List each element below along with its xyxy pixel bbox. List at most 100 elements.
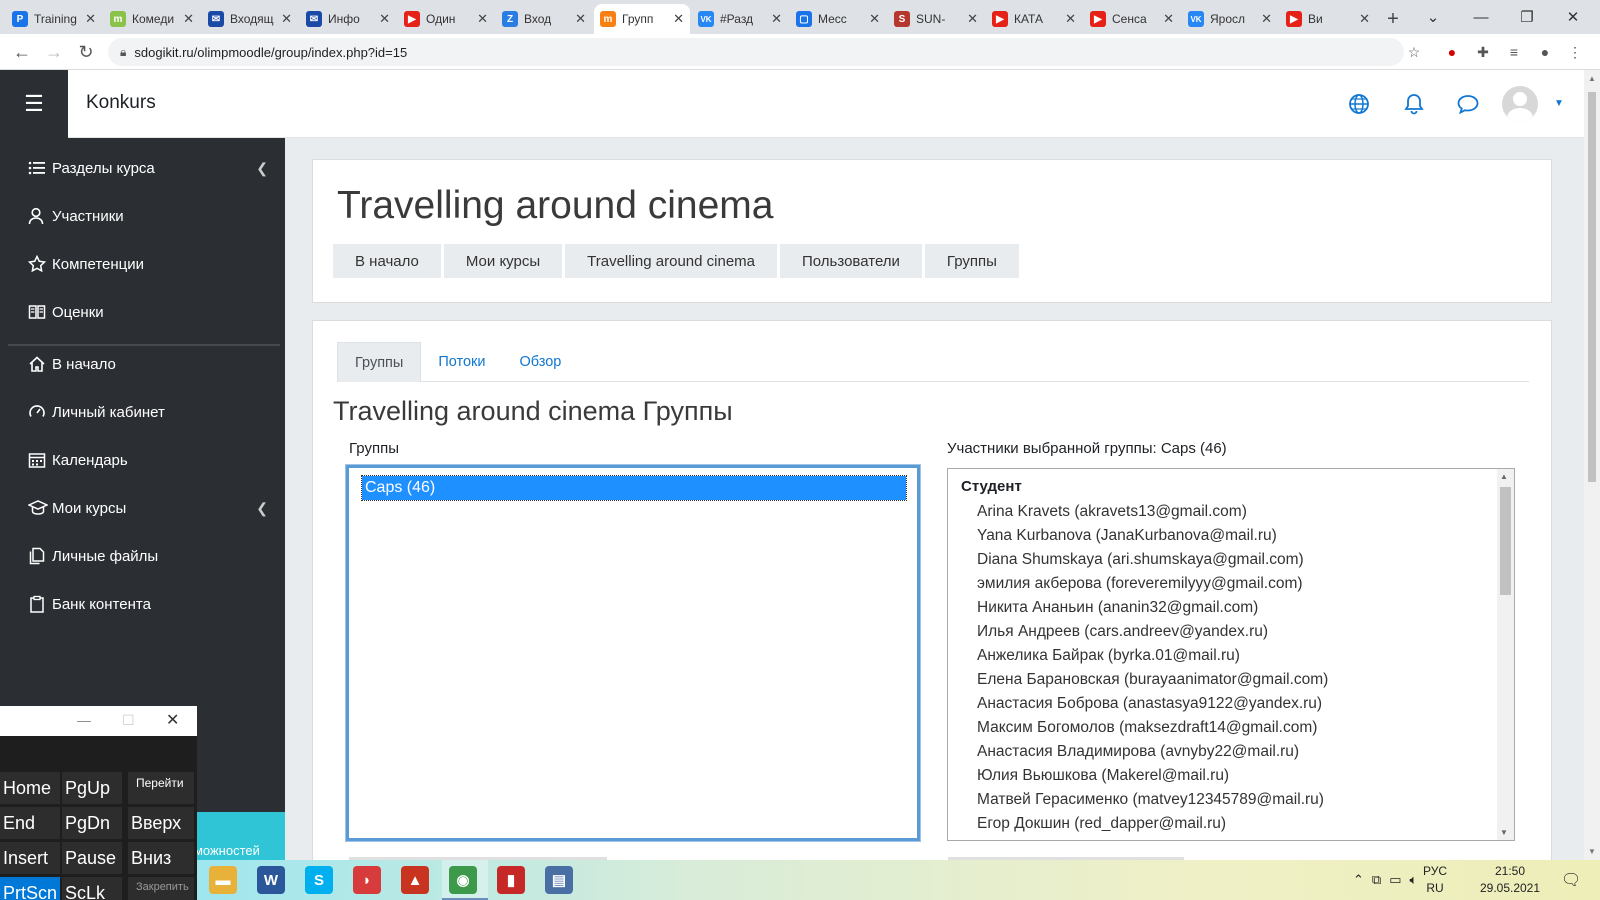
tab-close-icon[interactable]: ✕ [477, 11, 488, 27]
word-icon[interactable]: W [257, 866, 285, 894]
osk-key[interactable]: PgDn [62, 807, 122, 839]
members-select-list[interactable]: Студент Arina Kravets (akravets13@gmail.… [947, 468, 1515, 841]
site-name[interactable]: Konkurs [86, 92, 156, 114]
messages-chat-icon[interactable] [1454, 90, 1482, 118]
member-option[interactable]: Анастасия Боброва (anastasya9122@yandex.… [977, 692, 1328, 716]
chrome-icon[interactable]: ◉ [449, 866, 477, 894]
browser-tab[interactable]: ▶ КАТА ✕ [986, 4, 1082, 34]
tab-2[interactable]: Потоки [421, 342, 502, 382]
back-arrow-icon[interactable]: ← [10, 40, 34, 64]
osk-key[interactable]: Insert [0, 842, 60, 874]
tab-close-icon[interactable]: ✕ [85, 11, 96, 27]
maximize-window-button[interactable]: ❐ [1504, 0, 1550, 34]
member-option[interactable]: Юлия Вьюшкова (Makerel@mail.ru) [977, 764, 1328, 788]
browser-tab[interactable]: ▶ Ви ✕ [1280, 4, 1376, 34]
drawer-item-9[interactable]: Личные файлы [28, 544, 268, 568]
breadcrumb-item[interactable]: Travelling around cinema [562, 244, 777, 278]
chevron-left-icon[interactable]: ❮ [256, 500, 268, 517]
breadcrumb-item[interactable]: В начало [333, 244, 441, 278]
osk-key[interactable]: PrtScn [0, 877, 60, 900]
osk-key[interactable]: Вниз [128, 842, 194, 874]
user-menu-caret-icon[interactable]: ▼ [1554, 98, 1564, 109]
tab-close-icon[interactable]: ✕ [967, 11, 978, 27]
member-option[interactable]: эмилия акберова (foreveremilyyy@gmail.co… [977, 572, 1328, 596]
osk-key[interactable]: Перейти [128, 772, 194, 804]
member-option[interactable]: Diana Shumskaya (ari.shumskaya@gmail.com… [977, 548, 1328, 572]
osk-key[interactable]: Вверх [128, 807, 194, 839]
new-tab-button[interactable]: + [1378, 4, 1408, 34]
tab-close-icon[interactable]: ✕ [673, 11, 684, 27]
language-indicator[interactable]: РУС RU [1423, 860, 1447, 900]
book-icon[interactable]: ▮ [497, 866, 525, 894]
drawer-item-4[interactable]: Оценки [28, 300, 268, 324]
osk-minimize-icon[interactable]: — [77, 712, 91, 728]
browser-tab[interactable]: VK #Разд ✕ [692, 4, 788, 34]
breadcrumb-item[interactable]: Мои курсы [440, 244, 562, 278]
osk-key[interactable]: Home [0, 772, 60, 804]
tray-device-icon[interactable]: ⧉ [1372, 872, 1381, 888]
member-option[interactable]: Матвей Герасименко (matvey12345789@mail.… [977, 788, 1328, 812]
tab-close-icon[interactable]: ✕ [869, 11, 880, 27]
scroll-down-arrow-icon[interactable]: ▼ [1588, 847, 1596, 856]
member-option[interactable]: Анастасия Владимирова (avnyby22@mail.ru) [977, 740, 1328, 764]
browser-tab[interactable]: ▶ Сенса ✕ [1084, 4, 1180, 34]
groups-select-list[interactable]: Caps (46) [346, 465, 920, 841]
page-scrollbar-thumb[interactable] [1588, 92, 1596, 482]
member-option[interactable]: Егор Докшин (red_dapper@mail.ru) [977, 812, 1328, 836]
browser-tab[interactable]: ▶ Один ✕ [398, 4, 494, 34]
breadcrumb-item[interactable]: Пользователи [777, 244, 922, 278]
drawer-item-5[interactable]: В начало [28, 352, 268, 376]
media-queue-icon[interactable]: ≡ [1505, 43, 1523, 61]
osk-close-icon[interactable]: ✕ [166, 710, 179, 730]
osk-key[interactable]: Pause [62, 842, 122, 874]
member-option[interactable]: Yana Kurbanova (JanaKurbanova@mail.ru) [977, 524, 1328, 548]
tab-close-icon[interactable]: ✕ [1261, 11, 1272, 27]
chevron-left-icon[interactable]: ❮ [256, 160, 268, 177]
tray-battery-icon[interactable]: ▭ [1389, 872, 1401, 888]
hamburger-menu-icon[interactable]: ☰ [0, 70, 68, 138]
tray-volume-icon[interactable]: 🔈︎ [1410, 872, 1418, 888]
member-option[interactable]: Илья Андреев (cars.andreev@yandex.ru) [977, 620, 1328, 644]
osk-key[interactable]: Закрепить [128, 877, 194, 900]
tab-close-icon[interactable]: ✕ [1163, 11, 1174, 27]
skype-icon[interactable]: S [305, 866, 333, 894]
member-option[interactable]: Arina Kravets (akravets13@gmail.com) [977, 500, 1328, 524]
browser-tab[interactable]: ✉ Входящ ✕ [202, 4, 298, 34]
reload-icon[interactable]: ↻ [74, 40, 98, 64]
tab-close-icon[interactable]: ✕ [281, 11, 292, 27]
minimize-window-button[interactable]: — [1458, 0, 1504, 34]
extensions-puzzle-icon[interactable]: ✚ [1474, 43, 1492, 61]
browser-tab[interactable]: S SUN- ✕ [888, 4, 984, 34]
browser-tab[interactable]: Z Вход ✕ [496, 4, 592, 34]
tab-3[interactable]: Обзор [502, 342, 578, 382]
profile-icon[interactable]: ● [1536, 43, 1554, 61]
browser-tab[interactable]: m Групп ✕ [594, 4, 690, 34]
scroll-up-arrow-icon[interactable]: ▲ [1500, 472, 1508, 481]
scroll-up-arrow-icon[interactable]: ▲ [1588, 74, 1596, 83]
tab-close-icon[interactable]: ✕ [183, 11, 194, 27]
user-avatar[interactable] [1502, 86, 1538, 122]
members-scrollbar-thumb[interactable] [1500, 487, 1511, 595]
tab-1[interactable]: Группы [337, 342, 422, 382]
scroll-down-arrow-icon[interactable]: ▼ [1500, 828, 1508, 837]
browser-tab[interactable]: m Комеди ✕ [104, 4, 200, 34]
osk-key[interactable]: ScLk [62, 877, 122, 900]
language-globe-icon[interactable] [1345, 90, 1373, 118]
browser-tab[interactable]: ▢ Месс ✕ [790, 4, 886, 34]
adblock-extension-icon[interactable]: ● [1443, 43, 1461, 61]
page-scrollbar[interactable]: ▲ ▼ [1584, 70, 1600, 860]
osk-maximize-icon[interactable]: ☐ [122, 712, 135, 729]
tab-close-icon[interactable]: ✕ [1359, 11, 1370, 27]
action-center-icon[interactable]: 🗨︎ [1561, 860, 1581, 900]
tray-chevron-icon[interactable]: ⌃ [1353, 872, 1364, 888]
drawer-item-10[interactable]: Банк контента [28, 592, 268, 616]
tab-close-icon[interactable]: ✕ [575, 11, 586, 27]
drawer-item-7[interactable]: Календарь [28, 448, 268, 472]
file-explorer-icon[interactable]: ▬ [209, 866, 237, 894]
pdf-icon[interactable]: ▲ [401, 866, 429, 894]
drawer-item-3[interactable]: Компетенции [28, 252, 268, 276]
printer-app-icon[interactable]: ▤ [545, 866, 573, 894]
tab-close-icon[interactable]: ✕ [379, 11, 390, 27]
browser-tab[interactable]: P Training ✕ [6, 4, 102, 34]
tab-search-icon[interactable]: ⌄ [1410, 0, 1456, 34]
